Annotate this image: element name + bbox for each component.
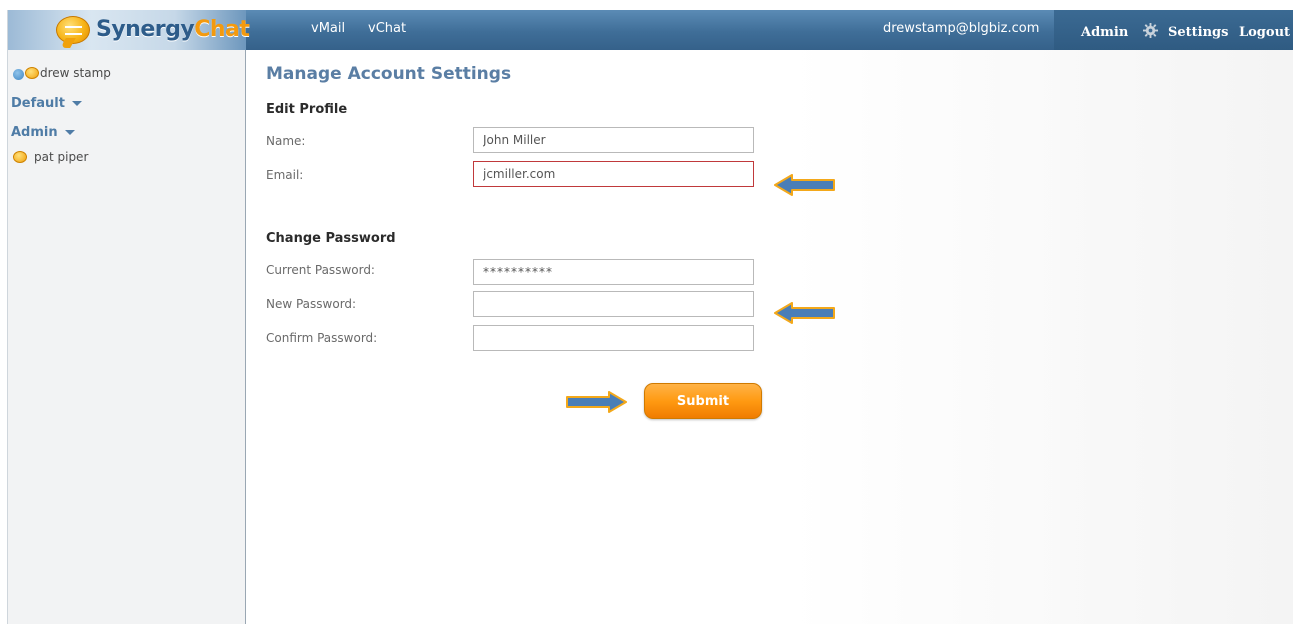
- caret-down-icon: [71, 101, 82, 106]
- sidebar: drew stamp Default Admin pat piper: [8, 50, 246, 624]
- name-input[interactable]: [473, 127, 754, 153]
- current-user-name: drew stamp: [40, 66, 111, 80]
- group-default[interactable]: Default: [11, 96, 82, 111]
- arrow-left-icon: [774, 302, 835, 324]
- logo[interactable]: SynergyChat: [8, 10, 250, 50]
- name-label: Name:: [266, 134, 306, 148]
- logo-text: SynergyChat: [96, 17, 250, 42]
- contact-name: pat piper: [34, 150, 89, 164]
- account-menu: Admin Settings Logout: [1054, 10, 1293, 50]
- new-password-label: New Password:: [266, 297, 357, 311]
- caret-down-icon: [64, 130, 75, 135]
- new-password-input[interactable]: [473, 291, 754, 317]
- settings-link[interactable]: Settings: [1168, 10, 1228, 50]
- gear-icon[interactable]: [1143, 23, 1158, 38]
- edit-profile-heading: Edit Profile: [266, 102, 348, 117]
- confirm-password-input[interactable]: [473, 325, 754, 351]
- submit-button[interactable]: Submit: [644, 383, 762, 419]
- email-input[interactable]: [473, 161, 754, 187]
- user-email: drewstamp@blgbiz.com: [883, 21, 1040, 36]
- chat-bubble-icon: [13, 151, 27, 163]
- arrow-left-icon: [774, 174, 835, 196]
- change-password-heading: Change Password: [266, 231, 396, 246]
- app-window: SynergyChat vMail vChat drewstamp@blgbiz…: [7, 10, 1293, 624]
- confirm-password-label: Confirm Password:: [266, 331, 378, 345]
- current-password-label: Current Password:: [266, 263, 375, 277]
- nav-vchat[interactable]: vChat: [368, 10, 406, 50]
- group-admin[interactable]: Admin: [11, 125, 75, 140]
- admin-link[interactable]: Admin: [1081, 10, 1128, 50]
- page-title: Manage Account Settings: [266, 64, 512, 84]
- current-password-input[interactable]: [473, 259, 754, 285]
- nav-vmail[interactable]: vMail: [311, 10, 345, 50]
- check-circle-icon: [13, 69, 24, 80]
- group-default-label: Default: [11, 96, 65, 111]
- chat-bubble-icon: [56, 16, 90, 44]
- main-content: Manage Account Settings Edit Profile Nam…: [247, 50, 1293, 624]
- chat-bubble-icon: [25, 67, 39, 79]
- top-header: SynergyChat vMail vChat drewstamp@blgbiz…: [8, 10, 1293, 50]
- arrow-right-icon: [566, 391, 627, 413]
- email-label: Email:: [266, 168, 304, 182]
- logout-link[interactable]: Logout: [1239, 10, 1290, 50]
- group-admin-label: Admin: [11, 125, 58, 140]
